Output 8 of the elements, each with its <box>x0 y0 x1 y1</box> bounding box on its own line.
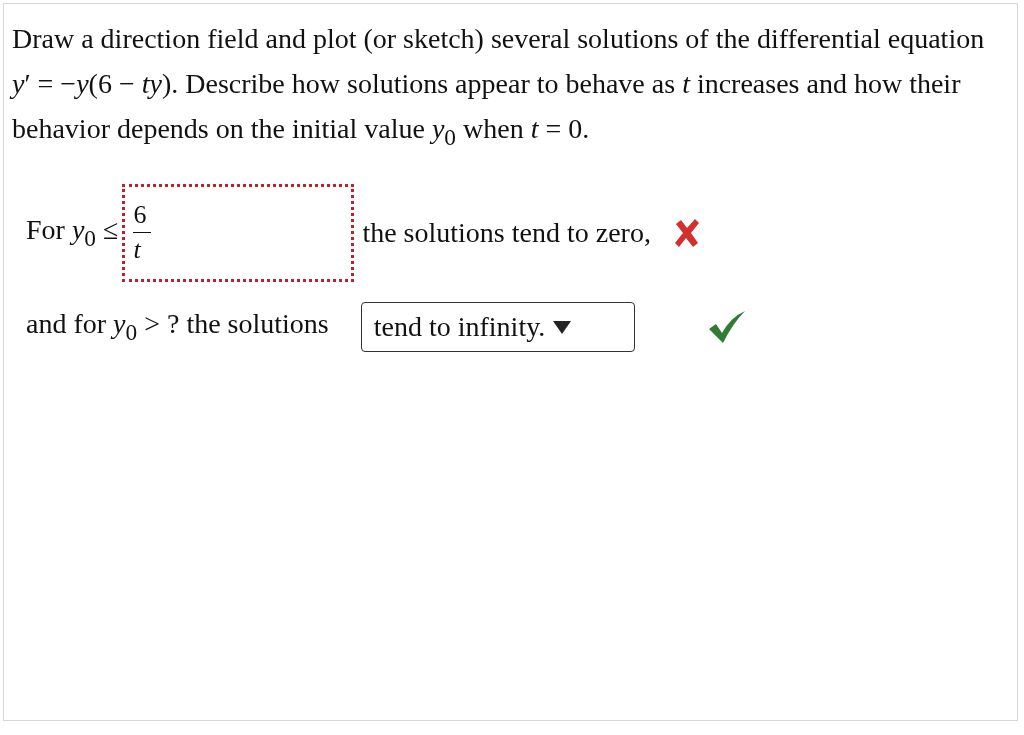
answer-field[interactable]: 6 t <box>122 183 355 282</box>
fraction-denominator: t <box>133 235 141 266</box>
answer-suffix: the solutions tend to zero, <box>362 216 651 249</box>
answer-prefix: For y$_{0}$ ≤ <box>26 213 119 252</box>
answer-prefix: and for y$_{0}$ > ? the solutions <box>26 307 329 346</box>
dropdown-caret-icon <box>553 319 572 334</box>
answer-dropdown[interactable]: tend to infinity. <box>360 301 635 352</box>
fraction-numerator: 6 <box>133 200 147 231</box>
